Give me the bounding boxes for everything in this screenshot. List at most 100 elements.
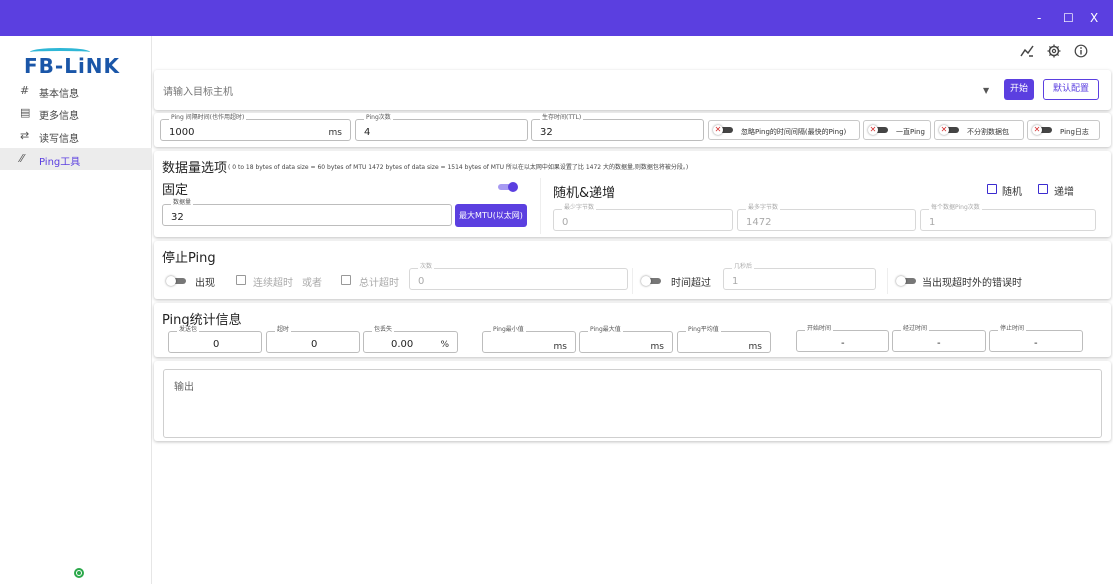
seconds-legend: 几秒后 (732, 263, 755, 271)
stat-value: 0.00 (391, 339, 414, 350)
per-count-field[interactable]: 每个数据Ping次数 1 (920, 204, 1096, 231)
chart-icon[interactable] (1020, 44, 1034, 62)
random-title: 随机&递增 (553, 186, 616, 201)
time-exceed-section: 时间超过 几秒后 1 (632, 263, 884, 294)
stat-min: Ping最小值 ms (482, 326, 576, 353)
sidebar-item-label: 更多信息 (39, 111, 79, 122)
minimize-button[interactable]: - (1037, 11, 1041, 25)
consecutive-checkbox[interactable] (236, 275, 246, 285)
stat-stop-time: 停止时间 - (989, 325, 1083, 352)
stat-loss: 包丢失 0.00 % (363, 326, 458, 353)
toggle-label: 一直Ping (896, 128, 925, 136)
stat-legend: 停止时间 (998, 325, 1027, 333)
ttl-field[interactable]: 生存时间(TTL) 32 (531, 114, 704, 141)
random-section: 随机&递增 随机 递增 最少字节数 0 最多字节数 1472 每个数据Ping次… (540, 178, 1105, 234)
stop-count-field[interactable]: 次数 0 (409, 263, 628, 290)
maximize-button[interactable]: ☐ (1063, 11, 1074, 25)
fixed-size-field[interactable]: 数据量 32 (162, 199, 452, 226)
stat-unit: % (440, 340, 449, 350)
stat-avg: Ping平均值 ms (677, 326, 771, 353)
count-field[interactable]: Ping次数 4 (355, 114, 528, 141)
ttl-value: 32 (540, 127, 553, 138)
stat-legend: 经过时间 (901, 325, 930, 333)
random-label: 随机 (1002, 187, 1022, 198)
sidebar-item-rw-info[interactable]: ⇄ 读写信息 (0, 125, 152, 147)
stat-legend: Ping平均值 (686, 326, 721, 334)
stats-card: Ping统计信息 发送包 0 超时 0 包丢失 0.00 % Ping最小值 m… (154, 303, 1111, 357)
max-bytes-value: 1472 (746, 217, 772, 228)
output-card: 输出 (154, 361, 1111, 441)
close-button[interactable]: X (1090, 11, 1098, 25)
min-bytes-legend: 最少字节数 (562, 204, 597, 212)
increment-checkbox[interactable] (1038, 184, 1048, 194)
list-icon: ▤ (20, 106, 31, 119)
toggle-switch-icon[interactable]: ✕ (713, 125, 735, 135)
toggle-switch-icon[interactable]: ✕ (868, 125, 890, 135)
increment-label: 递增 (1054, 187, 1074, 198)
stat-sent: 发送包 0 (168, 326, 262, 353)
consecutive-label: 连续超时 (253, 278, 293, 289)
total-timeout-checkbox[interactable] (341, 275, 351, 285)
toggle-ping-log[interactable]: ✕ Ping日志 (1027, 120, 1100, 140)
output-label: 输出 (174, 382, 194, 393)
seconds-value: 1 (732, 276, 739, 287)
stat-legend: Ping最小值 (491, 326, 526, 334)
title-bar: - ☐ X (0, 0, 1113, 36)
sidebar-item-label: 读写信息 (39, 134, 79, 145)
stat-value: - (841, 338, 845, 349)
per-count-value: 1 (929, 217, 936, 228)
status-indicator-icon (74, 568, 84, 578)
error-toggle-switch[interactable] (896, 276, 918, 286)
per-count-legend: 每个数据Ping次数 (929, 204, 982, 212)
toggle-always-ping[interactable]: ✕ 一直Ping (863, 120, 931, 140)
fixed-size-legend: 数据量 (171, 199, 194, 207)
info-icon[interactable] (1074, 44, 1088, 62)
seconds-field[interactable]: 几秒后 1 (723, 263, 876, 290)
stat-max: Ping最大值 ms (579, 326, 673, 353)
toggle-no-fragment[interactable]: ✕ 不分割数据包 (934, 120, 1024, 140)
fixed-title: 固定 (162, 183, 189, 198)
sidebar-item-basic-info[interactable]: # 基本信息 (0, 80, 152, 102)
default-config-button[interactable]: 默认配置 (1043, 79, 1099, 100)
logo-text: FB-LiNK (24, 54, 121, 78)
appear-toggle-switch[interactable] (166, 276, 188, 286)
stats-title: Ping统计信息 (162, 313, 242, 328)
params-card: Ping 间隔时间(也作用超时) 1000 ms Ping次数 4 生存时间(T… (154, 113, 1111, 147)
stop-count-legend: 次数 (418, 263, 435, 271)
random-checkbox[interactable] (987, 184, 997, 194)
sidebar: FB-LiNK # 基本信息 ▤ 更多信息 ⇄ 读写信息 ⁄⁄ Ping工具 (0, 36, 152, 584)
stat-elapsed-time: 经过时间 - (892, 325, 986, 352)
interval-field[interactable]: Ping 间隔时间(也作用超时) 1000 ms (160, 114, 351, 141)
max-bytes-field[interactable]: 最多字节数 1472 (737, 204, 916, 231)
start-button[interactable]: 开始 (1004, 79, 1034, 100)
time-exceed-label: 时间超过 (671, 278, 711, 289)
fixed-toggle-switch[interactable] (496, 182, 518, 192)
count-value: 4 (364, 127, 371, 138)
error-label: 当出现超时外的错误时 (922, 278, 1022, 289)
sidebar-item-label: Ping工具 (39, 157, 81, 168)
toggle-label: 忽略Ping的时间间隔(最快的Ping) (741, 128, 847, 136)
interval-legend: Ping 间隔时间(也作用超时) (169, 114, 247, 122)
sidebar-item-ping-tool[interactable]: ⁄⁄ Ping工具 (0, 148, 152, 170)
max-mtu-button[interactable]: 最大MTU(以太网) (455, 204, 527, 227)
stat-start-time: 开始时间 - (796, 325, 889, 352)
chevron-down-icon[interactable]: ▼ (983, 86, 989, 95)
toggle-switch-icon[interactable]: ✕ (1032, 125, 1054, 135)
min-bytes-value: 0 (562, 217, 569, 228)
time-exceed-toggle-switch[interactable] (641, 276, 663, 286)
output-textarea[interactable]: 输出 (163, 369, 1102, 438)
toggle-switch-icon[interactable]: ✕ (939, 125, 961, 135)
ttl-legend: 生存时间(TTL) (540, 114, 584, 122)
interval-unit: ms (328, 128, 342, 138)
stop-card: 停止Ping 出现 连续超时 或者 总计超时 次数 0 时间超过 几秒后 1 当… (154, 241, 1111, 299)
stat-unit: ms (553, 342, 567, 352)
toggle-label: Ping日志 (1060, 128, 1089, 136)
toggle-ignore-interval[interactable]: ✕ 忽略Ping的时间间隔(最快的Ping) (708, 120, 860, 140)
stat-legend: 包丢失 (372, 326, 395, 334)
stat-timeout: 超时 0 (266, 326, 360, 353)
sidebar-item-more-info[interactable]: ▤ 更多信息 (0, 102, 152, 124)
gear-icon[interactable] (1047, 44, 1061, 62)
target-host-input[interactable] (163, 84, 983, 100)
min-bytes-field[interactable]: 最少字节数 0 (553, 204, 733, 231)
logo: FB-LiNK (24, 48, 128, 78)
